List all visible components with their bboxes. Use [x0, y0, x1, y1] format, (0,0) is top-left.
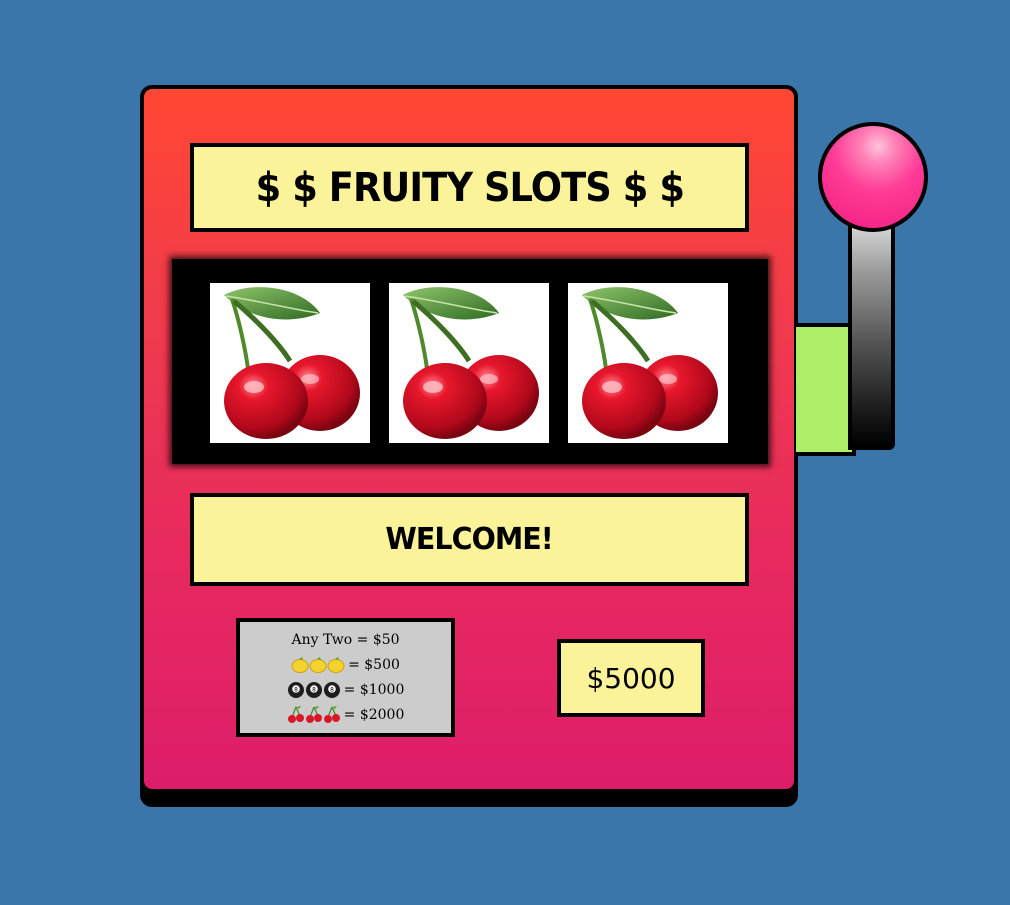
lever-knob[interactable] — [818, 122, 928, 232]
reel-3 — [568, 283, 728, 443]
cherry-icon — [287, 706, 341, 724]
lever-arm[interactable] — [848, 210, 895, 450]
reel-window — [172, 259, 768, 464]
paytable-row: Any Two = $50 — [291, 628, 399, 653]
cherry-icon — [389, 283, 549, 443]
title-panel: $ $ FRUITY SLOTS $ $ — [190, 143, 749, 232]
paytable-label: = $500 — [348, 656, 400, 673]
paytable-row: 8 8 8 = $1000 — [287, 678, 405, 703]
game-title: $ $ FRUITY SLOTS $ $ — [255, 164, 684, 211]
paytable-label: = $1000 — [343, 681, 405, 698]
paytable-row: = $500 — [291, 653, 400, 678]
slot-machine: $ $ FRUITY SLOTS $ $ WELCOME! Any Two = … — [140, 85, 798, 793]
reel-2 — [389, 283, 549, 443]
svg-text:8: 8 — [330, 687, 334, 694]
paytable-label: Any Two = $50 — [291, 631, 400, 648]
cherry-icon — [210, 283, 370, 443]
lemon-icon — [291, 656, 345, 674]
reel-1 — [210, 283, 370, 443]
credits-value: $5000 — [586, 661, 676, 695]
paytable: Any Two = $50 = $500 8 8 8 = $1000 = $20… — [236, 618, 455, 737]
credits-display: $5000 — [557, 639, 705, 717]
lever-base — [796, 323, 856, 456]
svg-text:8: 8 — [294, 687, 298, 694]
svg-text:8: 8 — [312, 687, 316, 694]
cherry-icon — [568, 283, 728, 443]
paytable-label: = $2000 — [343, 706, 405, 723]
message-panel: WELCOME! — [190, 493, 749, 586]
paytable-row: = $2000 — [287, 703, 405, 728]
eight-ball-icon: 8 8 8 — [287, 681, 341, 699]
status-message: WELCOME! — [385, 522, 554, 557]
